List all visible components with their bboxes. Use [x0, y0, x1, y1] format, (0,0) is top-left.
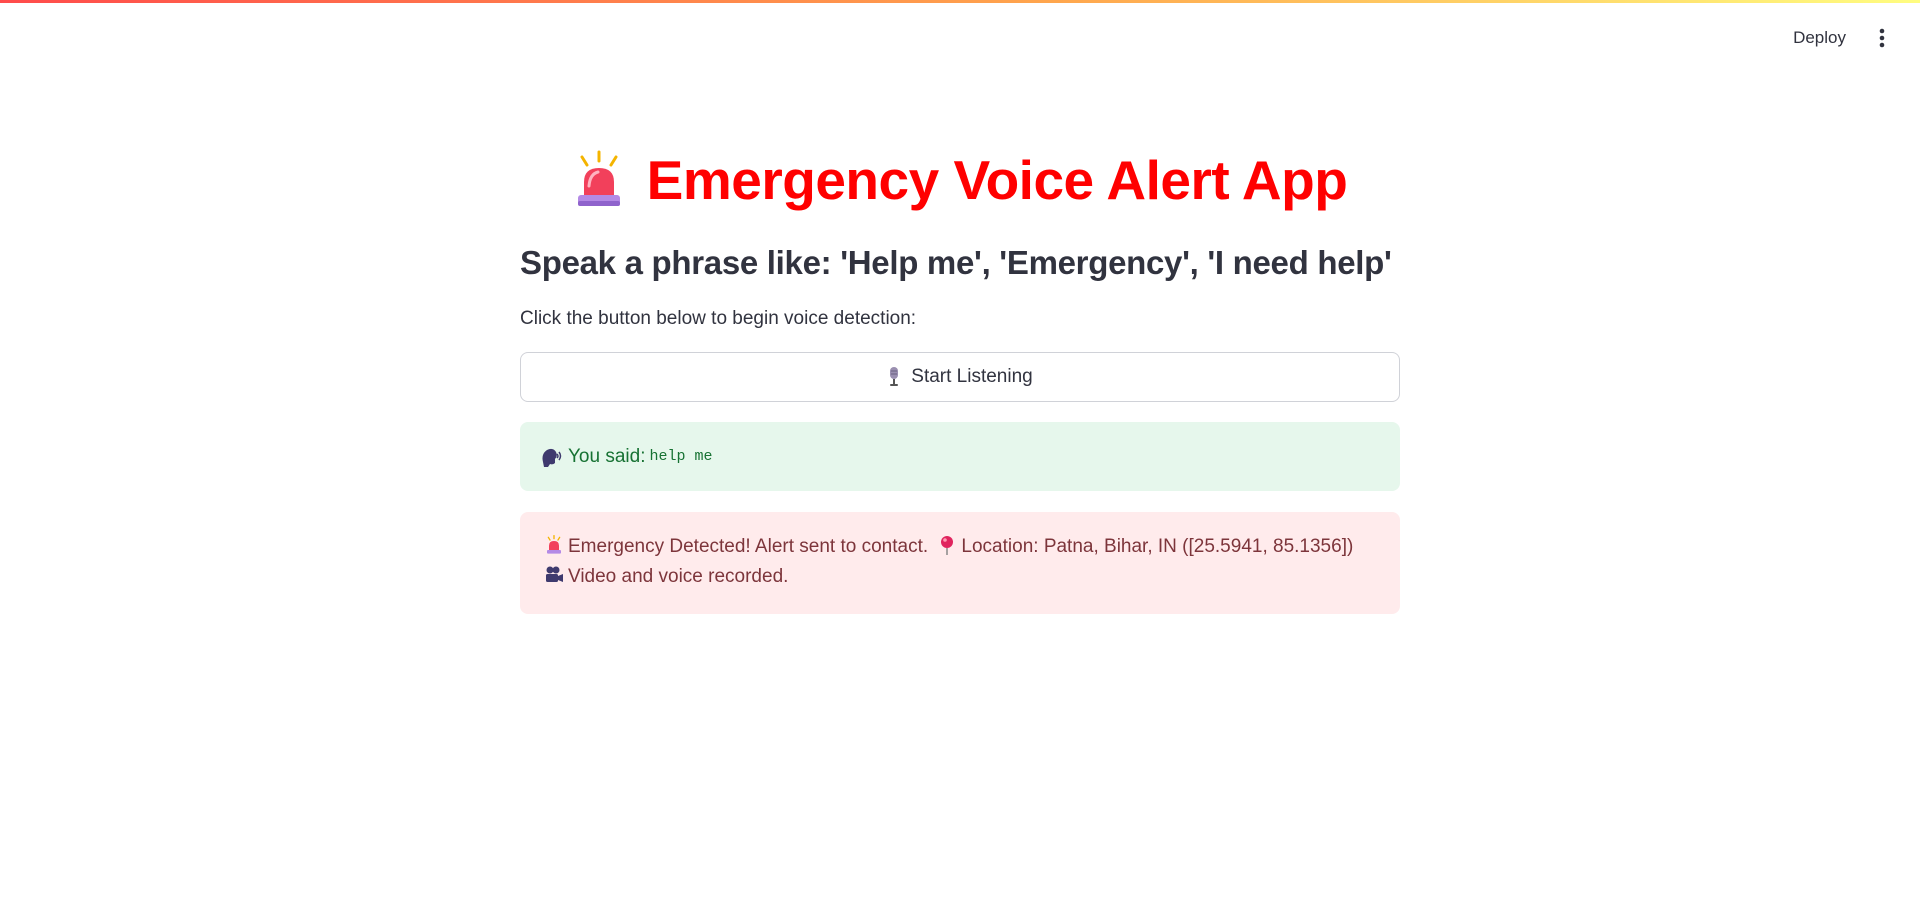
instruction-text: Click the button below to begin voice de… — [520, 308, 917, 329]
map-pin-icon — [941, 536, 954, 555]
recording-status-text: Video and voice recorded. — [568, 566, 789, 587]
main-content: Emergency Voice Alert App Speak a phrase… — [520, 140, 1400, 614]
microphone-icon — [890, 367, 899, 386]
success-alert: You said: help me — [520, 422, 1400, 491]
emergency-message: Emergency Detected! Alert sent to contac… — [568, 536, 929, 557]
location-text: Location: Patna, Bihar, IN ([25.5941, 85… — [961, 536, 1354, 557]
you-said-label: You said: — [568, 445, 646, 467]
main-menu-button[interactable] — [1866, 22, 1898, 54]
title-row: Emergency Voice Alert App — [520, 140, 1400, 220]
video-camera-icon — [546, 566, 563, 582]
start-listening-button[interactable]: Start Listening — [520, 352, 1400, 402]
page-title: Emergency Voice Alert App — [646, 149, 1348, 211]
start-listening-label: Start Listening — [911, 366, 1033, 387]
emergency-alert: Emergency Detected! Alert sent to contac… — [520, 512, 1400, 614]
subtitle-heading: Speak a phrase like: 'Help me', 'Emergen… — [520, 244, 1392, 281]
police-siren-icon — [577, 150, 620, 206]
more-vertical-icon — [1879, 28, 1885, 48]
speaking-head-icon — [542, 448, 562, 467]
spoken-text: help me — [649, 448, 713, 465]
app-header: Deploy — [0, 0, 1920, 75]
police-siren-icon — [547, 535, 561, 554]
deploy-button[interactable]: Deploy — [1785, 22, 1854, 54]
